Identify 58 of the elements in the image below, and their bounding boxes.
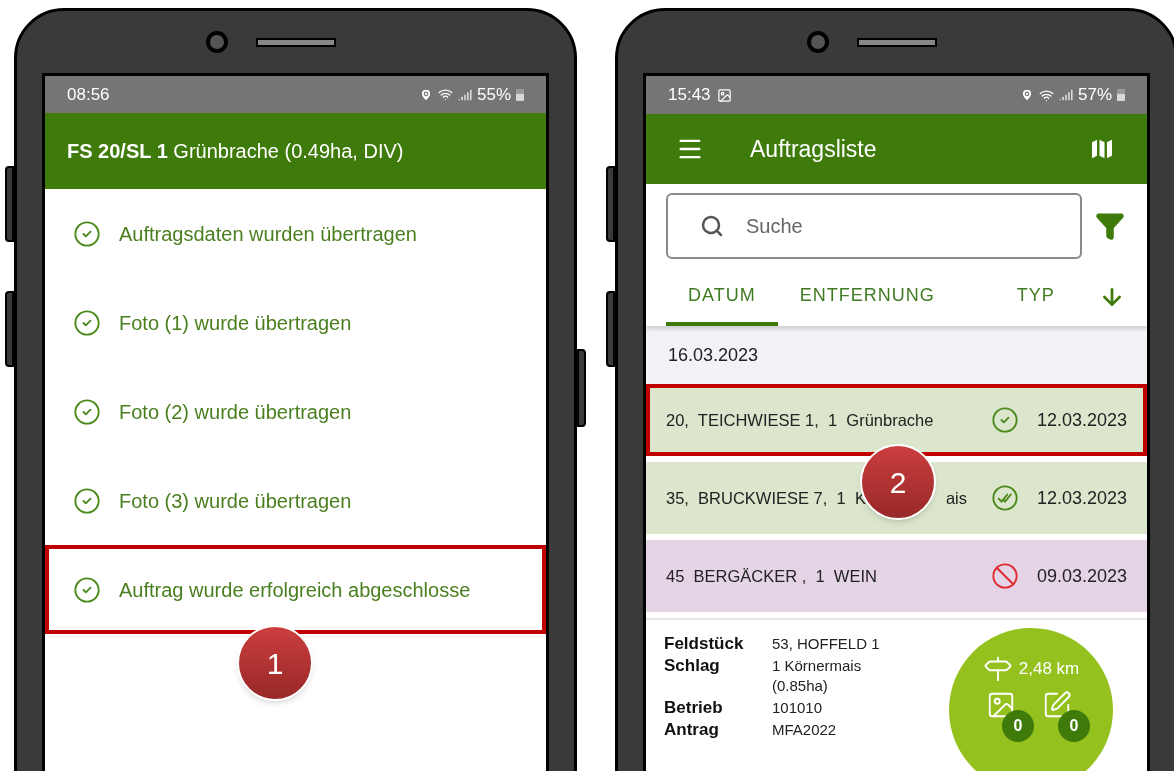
detail-value: 1 Körnermais (0.85ha) — [772, 656, 863, 696]
search-input[interactable]: Suche — [746, 211, 1026, 241]
battery-percent: 57% — [1077, 84, 1112, 107]
message-text: Auftragsdaten wurden übertragen — [119, 221, 417, 247]
wifi-icon — [1038, 87, 1054, 103]
signal-icon — [1058, 88, 1073, 102]
app-bar-title: Auftragsliste — [750, 134, 877, 164]
search-field[interactable]: Suche — [666, 193, 1082, 259]
detail-value: 101010 — [772, 698, 824, 718]
camera-lens — [205, 31, 228, 53]
status-time: 15:43 — [668, 84, 711, 107]
detail-value: 53, HOFFELD 1 — [772, 634, 881, 654]
battery-icon — [516, 88, 524, 101]
order-date: 12.03.2023 — [1036, 486, 1127, 510]
detail-label: Antrag — [664, 720, 720, 740]
order-date: 12.03.2023 — [1036, 408, 1127, 432]
message-text: Foto (3) wurde übertragen — [119, 488, 352, 514]
app-bar-title: FS 20/SL 1 Grünbrache (0.49ha, DIV) — [67, 139, 404, 164]
check-circle-icon — [73, 486, 101, 515]
signpost-icon — [982, 654, 1013, 684]
sort-tab[interactable]: ENTFERNUNG — [777, 268, 957, 326]
detail-value: MFA2022 — [772, 720, 838, 740]
sort-tab[interactable]: TYP — [994, 268, 1077, 326]
status-time: 08:56 — [67, 83, 110, 106]
order-title: 20, TEICHWIESE 1, 1 Grünbrache — [666, 409, 934, 431]
callout-badge: 1 — [237, 625, 313, 701]
photo-count-badge: 0 — [1002, 710, 1034, 742]
check-circle-icon — [73, 219, 101, 248]
double-check-circle-icon — [990, 484, 1019, 512]
detail-label: Feldstück — [664, 634, 745, 654]
check-circle-icon — [73, 397, 101, 426]
battery-icon — [1117, 89, 1125, 101]
order-row[interactable]: 20, TEICHWIESE 1, 1 Grünbrache 12.03.2023 — [646, 384, 1147, 456]
image-icon[interactable] — [986, 690, 1016, 720]
filter-icon[interactable] — [1095, 211, 1125, 241]
edit-icon[interactable] — [1042, 690, 1072, 720]
image-icon — [716, 87, 732, 103]
order-row[interactable]: 45 BERGÄCKER , 1 WEIN 09.03.2023 — [646, 540, 1147, 612]
camera-lens — [806, 31, 829, 53]
signal-icon — [457, 87, 472, 102]
detail-label: Schlag — [664, 656, 721, 677]
date-header: 16.03.2023 — [646, 326, 1147, 384]
distance-text: 2,48 km — [1018, 658, 1080, 681]
message-text: Foto (1) wurde übertragen — [119, 310, 352, 336]
order-title: 45 BERGÄCKER , 1 WEIN — [666, 565, 877, 587]
check-circle-icon — [73, 575, 101, 604]
order-date: 09.03.2023 — [1036, 564, 1127, 588]
detail-label: Betrieb — [664, 698, 724, 718]
check-circle-icon — [73, 308, 101, 337]
wifi-icon — [437, 87, 453, 102]
message-text: Auftrag wurde erfolgreich abgeschlosse — [119, 577, 471, 603]
note-count-badge: 0 — [1058, 710, 1090, 742]
order-title: ais — [945, 487, 967, 509]
search-icon — [700, 214, 724, 238]
message-text: Foto (2) wurde übertragen — [119, 399, 352, 425]
check-circle-icon — [990, 406, 1019, 434]
battery-percent: 55% — [476, 83, 511, 106]
prohibited-icon — [990, 562, 1019, 590]
